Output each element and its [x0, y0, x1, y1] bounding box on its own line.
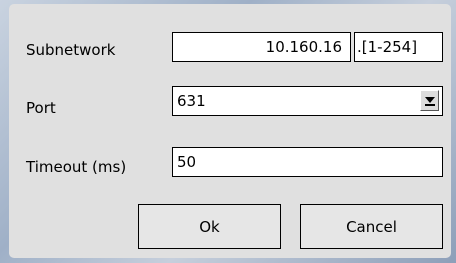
dropdown-arrow-icon[interactable]	[420, 90, 439, 111]
ok-button-label: Ok	[199, 218, 220, 236]
cancel-button[interactable]: Cancel	[300, 204, 443, 249]
subnetwork-input[interactable]: 10.160.16	[172, 32, 351, 62]
port-select[interactable]: 631	[172, 86, 443, 116]
subnet-scan-dialog: Subnetwork 10.160.16 .[1-254] Port 631 T…	[9, 4, 451, 258]
cancel-button-label: Cancel	[346, 218, 397, 236]
timeout-input[interactable]: 50	[172, 147, 443, 177]
subnetwork-range-suffix: .[1-254]	[354, 32, 443, 62]
subnetwork-label: Subnetwork	[26, 41, 116, 59]
port-label: Port	[26, 99, 56, 117]
timeout-label: Timeout (ms)	[26, 158, 127, 176]
ok-button[interactable]: Ok	[138, 204, 281, 249]
port-selected-value: 631	[177, 92, 206, 110]
